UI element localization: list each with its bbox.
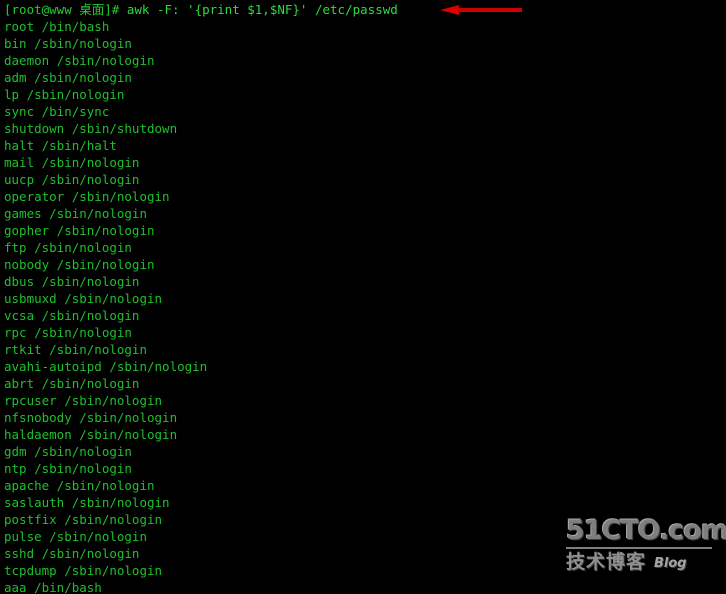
output-line: tcpdump /sbin/nologin: [4, 563, 163, 578]
command-line: [root@www 桌面]# awk -F: '{print $1,$NF}' …: [4, 1, 726, 18]
output-line: rtkit /sbin/nologin: [4, 342, 147, 357]
output-line: avahi-autoipd /sbin/nologin: [4, 359, 208, 374]
output-line: gopher /sbin/nologin: [4, 223, 155, 238]
output-line: gdm /sbin/nologin: [4, 444, 132, 459]
output-line: rpc /sbin/nologin: [4, 325, 132, 340]
output-line: postfix /sbin/nologin: [4, 512, 163, 527]
output-line: adm /sbin/nologin: [4, 70, 132, 85]
output-line: mail /sbin/nologin: [4, 155, 140, 170]
output-line: vcsa /sbin/nologin: [4, 308, 140, 323]
output-line: abrt /sbin/nologin: [4, 376, 140, 391]
terminal-window[interactable]: [root@www 桌面]# awk -F: '{print $1,$NF}' …: [0, 0, 726, 594]
output-line: shutdown /sbin/shutdown: [4, 121, 178, 136]
output-line: dbus /sbin/nologin: [4, 274, 140, 289]
output-line: bin /sbin/nologin: [4, 36, 132, 51]
command-output: root /bin/bash bin /sbin/nologin daemon /s…: [4, 18, 726, 594]
output-line: aaa /bin/bash: [4, 580, 102, 594]
output-line: ntp /sbin/nologin: [4, 461, 132, 476]
output-line: saslauth /sbin/nologin: [4, 495, 170, 510]
output-line: apache /sbin/nologin: [4, 478, 155, 493]
output-line: ftp /sbin/nologin: [4, 240, 132, 255]
output-line: operator /sbin/nologin: [4, 189, 170, 204]
output-line: nfsnobody /sbin/nologin: [4, 410, 178, 425]
output-line: haldaemon /sbin/nologin: [4, 427, 178, 442]
output-line: root /bin/bash: [4, 19, 110, 34]
output-line: pulse /sbin/nologin: [4, 529, 147, 544]
output-line: rpcuser /sbin/nologin: [4, 393, 163, 408]
terminal-screen[interactable]: [root@www 桌面]# awk -F: '{print $1,$NF}' …: [4, 1, 726, 594]
output-line: sync /bin/sync: [4, 104, 110, 119]
output-line: uucp /sbin/nologin: [4, 172, 140, 187]
shell-prompt: [root@www 桌面]#: [4, 2, 127, 17]
output-line: daemon /sbin/nologin: [4, 53, 155, 68]
shell-command: awk -F: '{print $1,$NF}' /etc/passwd: [126, 2, 398, 17]
output-line: sshd /sbin/nologin: [4, 546, 140, 561]
output-line: games /sbin/nologin: [4, 206, 147, 221]
output-line: nobody /sbin/nologin: [4, 257, 155, 272]
output-line: usbmuxd /sbin/nologin: [4, 291, 163, 306]
output-line: halt /sbin/halt: [4, 138, 117, 153]
output-line: lp /sbin/nologin: [4, 87, 125, 102]
